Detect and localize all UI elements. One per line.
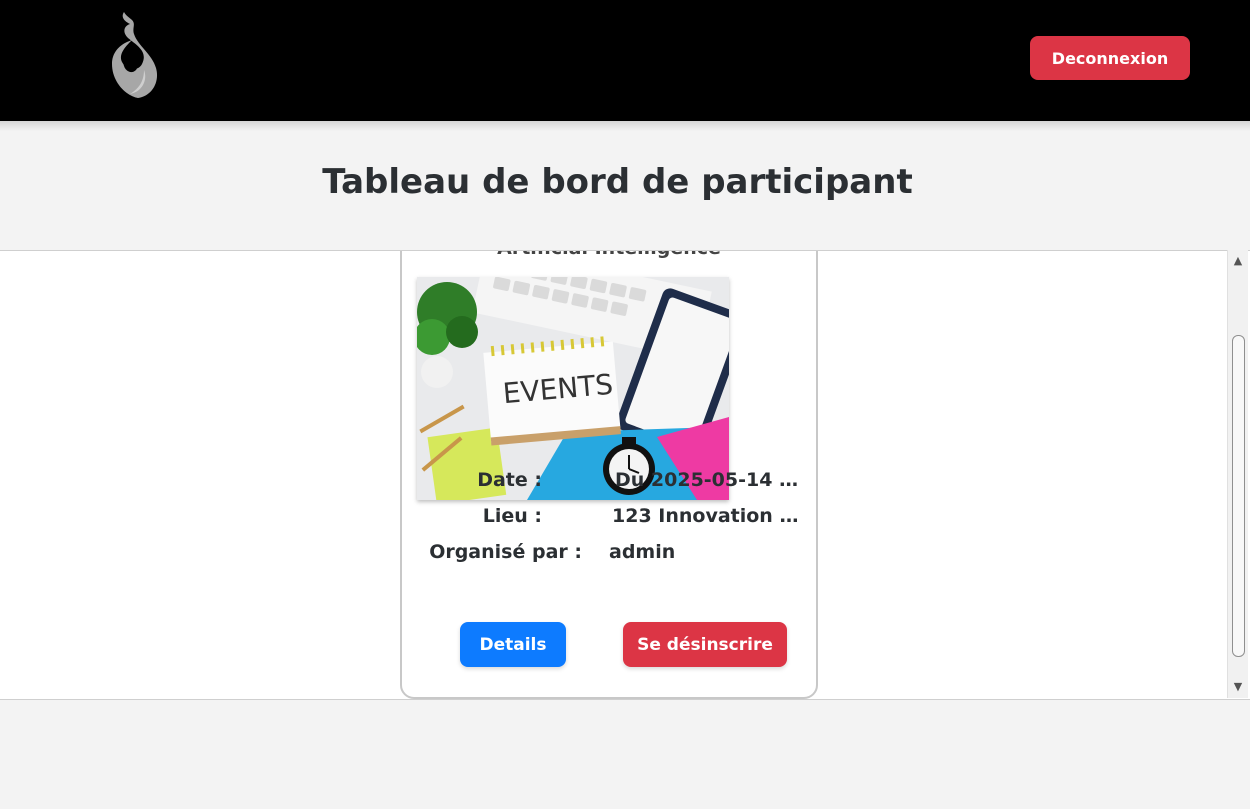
- event-title: Artificial Intelligence: [402, 251, 816, 259]
- flame-logo-icon[interactable]: [104, 10, 162, 102]
- event-card: Artificial Intelligence: [400, 251, 818, 699]
- logout-button[interactable]: Deconnexion: [1030, 36, 1190, 80]
- details-button[interactable]: Details: [460, 622, 566, 667]
- location-label: Lieu :: [482, 505, 542, 527]
- page-title: Tableau de bord de participant: [322, 162, 913, 202]
- scroll-down-arrow-icon[interactable]: ▼: [1228, 678, 1248, 696]
- organizer-value: admin: [609, 541, 676, 563]
- location-value: 123 Innovation A...: [612, 505, 800, 527]
- vertical-scrollbar[interactable]: ▲ ▼: [1227, 250, 1248, 698]
- date-value: Du 2025-05-14 1...: [615, 469, 800, 491]
- scroll-up-arrow-icon[interactable]: ▲: [1228, 252, 1248, 270]
- events-scroll-container[interactable]: Artificial Intelligence: [0, 250, 1250, 700]
- date-label: Date :: [477, 469, 542, 491]
- top-navbar: Deconnexion: [0, 0, 1250, 121]
- events-notepad-image: EVENTS: [417, 277, 729, 500]
- window-edge: [1250, 0, 1255, 809]
- organizer-label: Organisé par :: [429, 541, 582, 563]
- header-shadow: [0, 121, 1250, 131]
- scrollbar-thumb[interactable]: [1232, 335, 1245, 657]
- unsubscribe-button[interactable]: Se désinscrire: [623, 622, 787, 667]
